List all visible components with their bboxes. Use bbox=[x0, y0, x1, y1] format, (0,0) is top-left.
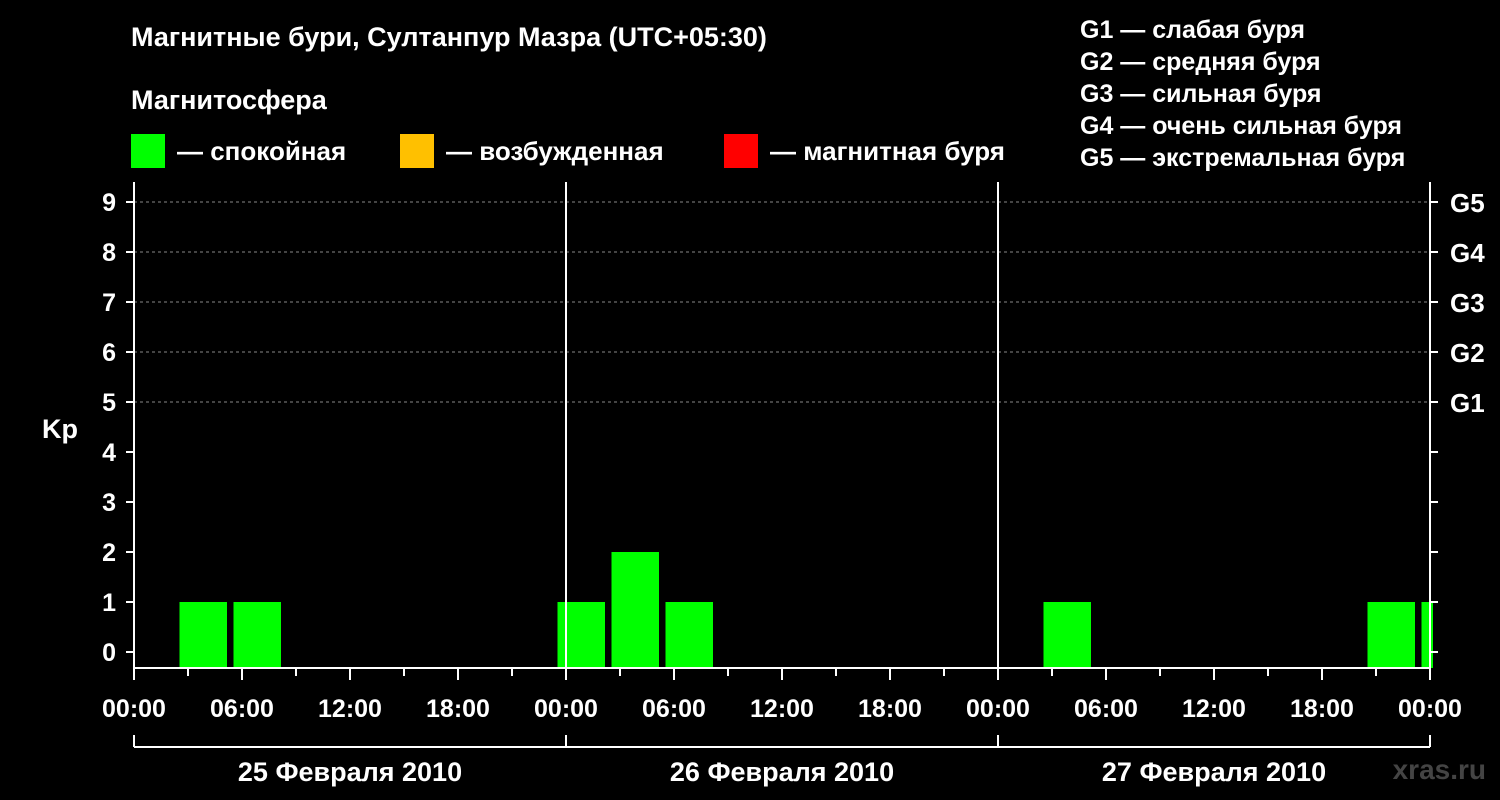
y-tick-label: 9 bbox=[102, 189, 116, 217]
g-axis-label: G3 bbox=[1450, 288, 1485, 318]
day-label: 26 Февраля 2010 bbox=[670, 757, 894, 787]
g-axis-label: G4 bbox=[1450, 238, 1485, 268]
y-tick-label: 0 bbox=[102, 639, 116, 667]
x-tick-label: 00:00 bbox=[966, 695, 1030, 723]
y-tick-label: 8 bbox=[102, 239, 116, 267]
y-tick-label: 1 bbox=[102, 589, 116, 617]
x-tick-label: 12:00 bbox=[750, 695, 814, 723]
y-tick-label: 7 bbox=[102, 289, 116, 317]
y-tick-label: 2 bbox=[102, 539, 116, 567]
kp-chart: 0 1 2 3 4 5 6 7 8 9 G1 G2 G3 G4 G5 Kp 00:00 06:00 12:00 18:… bbox=[42, 182, 1485, 787]
kp-bar bbox=[1367, 602, 1415, 668]
x-tick-label: 06:00 bbox=[1074, 695, 1138, 723]
day-label: 25 Февраля 2010 bbox=[238, 757, 462, 787]
x-tick-label: 06:00 bbox=[642, 695, 706, 723]
day-label: 27 Февраля 2010 bbox=[1102, 757, 1326, 787]
x-tick-label: 06:00 bbox=[210, 695, 274, 723]
y-tick-label: 3 bbox=[102, 489, 116, 517]
watermark: xras.ru bbox=[1392, 754, 1486, 785]
kp-bar bbox=[233, 602, 281, 668]
kp-bar bbox=[611, 552, 659, 668]
g-axis-label: G2 bbox=[1450, 338, 1485, 368]
x-tick-label: 12:00 bbox=[318, 695, 382, 723]
kp-bar bbox=[179, 602, 227, 668]
x-tick-label: 18:00 bbox=[858, 695, 922, 723]
x-tick-label: 12:00 bbox=[1182, 695, 1246, 723]
g-axis-label: G5 bbox=[1450, 188, 1485, 218]
y-tick-label: 6 bbox=[102, 339, 116, 367]
y-axis-label: Kp bbox=[42, 414, 78, 444]
kp-bar bbox=[665, 602, 713, 668]
x-tick-label: 00:00 bbox=[534, 695, 598, 723]
kp-bar bbox=[1421, 602, 1433, 668]
x-tick-label: 00:00 bbox=[102, 695, 166, 723]
x-tick-label: 18:00 bbox=[426, 695, 490, 723]
x-tick-label: 00:00 bbox=[1398, 695, 1462, 723]
kp-bar bbox=[1043, 602, 1091, 668]
y-tick-label: 4 bbox=[102, 439, 116, 467]
x-tick-label: 18:00 bbox=[1290, 695, 1354, 723]
g-axis-label: G1 bbox=[1450, 388, 1485, 418]
y-tick-label: 5 bbox=[102, 389, 116, 417]
kp-bar bbox=[557, 602, 605, 668]
